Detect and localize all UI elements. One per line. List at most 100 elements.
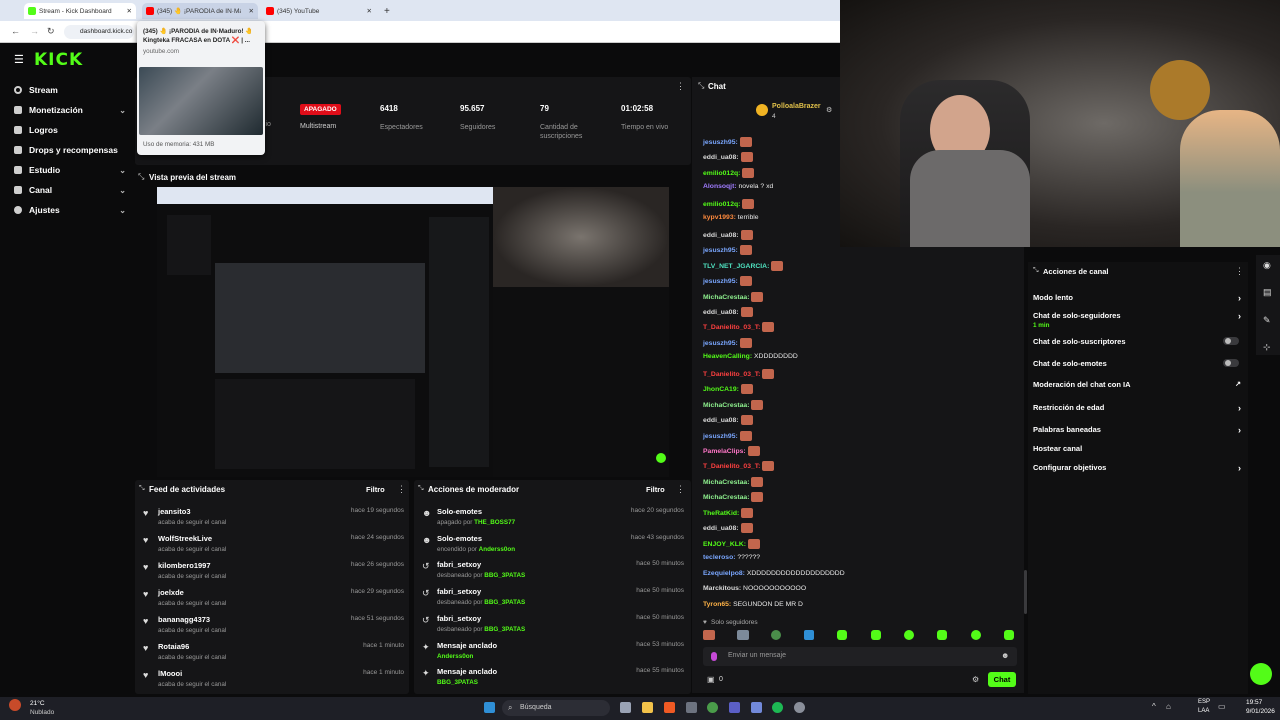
language-indicator[interactable]: ESP xyxy=(1198,699,1210,705)
mod-action-user[interactable]: BBG_3PATAS xyxy=(484,599,525,606)
more-options-icon[interactable]: ⋮ xyxy=(676,81,685,92)
chat-username[interactable]: eddi_ua08: xyxy=(703,525,739,532)
chat-message[interactable]: ENJOY_KLK: xyxy=(703,538,761,549)
channel-action-item[interactable]: Chat de solo-suscriptores xyxy=(1033,337,1245,346)
chat-username[interactable]: ENJOY_KLK: xyxy=(703,540,746,547)
more-options-icon[interactable]: ⋮ xyxy=(1235,266,1244,277)
emote-icon[interactable] xyxy=(804,630,814,640)
mod-action-item[interactable]: ✦ Mensaje anclado BBG_3PATAS hace 55 minut… xyxy=(422,667,684,691)
chat-message[interactable]: JhonCA19: xyxy=(703,384,753,395)
chat-username[interactable]: TheRatKid: xyxy=(703,510,739,517)
mod-action-name[interactable]: fabri_setxoy xyxy=(437,614,525,623)
chat-username[interactable]: jesuszh95: xyxy=(703,432,738,439)
chat-username[interactable]: eddi_ua08: xyxy=(703,231,739,238)
taskbar-search[interactable]: ⌕ Búsqueda xyxy=(502,700,610,716)
chat-message[interactable]: eddi_ua08: xyxy=(703,229,753,240)
mod-action-name[interactable]: Mensaje anclado xyxy=(437,667,497,676)
channel-action-item[interactable]: Modo lento › xyxy=(1033,293,1245,303)
chat-username[interactable]: T_Danielito_03_T: xyxy=(703,371,760,378)
brave-icon[interactable] xyxy=(664,702,675,713)
chat-username[interactable]: T_Danielito_03_T: xyxy=(703,463,760,470)
chat-scrollbar[interactable] xyxy=(1024,570,1027,614)
mod-action-name[interactable]: Solo-emotes xyxy=(437,534,515,543)
menu-icon[interactable]: ☰ xyxy=(14,53,24,66)
channel-action-item[interactable]: Chat de solo-emotes xyxy=(1033,359,1245,368)
chat-username[interactable]: HeavenCalling: xyxy=(703,353,752,360)
chat-message[interactable]: eddi_ua08: xyxy=(703,523,753,534)
chat-message[interactable]: MichaCrestaa: xyxy=(703,291,764,302)
sidebar-item-canal[interactable]: Canal ⌄ xyxy=(14,185,126,195)
activity-user[interactable]: kilombero1997 xyxy=(158,561,226,570)
viewer-list-icon[interactable]: ▣ xyxy=(707,675,715,684)
back-icon[interactable]: ← xyxy=(11,26,20,36)
chat-message[interactable]: eddi_ua08: xyxy=(703,152,753,163)
file-explorer-icon[interactable] xyxy=(642,702,653,713)
emote-icon[interactable] xyxy=(837,630,847,640)
sidebar-item-logros[interactable]: Logros xyxy=(14,125,126,135)
chat-message[interactable]: jesuszh95: xyxy=(703,276,752,287)
chat-username[interactable]: Marckitous: xyxy=(703,585,741,592)
chat-username[interactable]: jesuszh95: xyxy=(703,139,738,146)
mod-action-name[interactable]: Solo-emotes xyxy=(437,507,515,516)
collapse-icon[interactable]: ⤡ xyxy=(139,485,145,493)
chat-message[interactable]: tecleroso: ?????? xyxy=(703,554,760,561)
collapse-icon[interactable]: ⤡ xyxy=(698,81,704,91)
app-icon[interactable] xyxy=(686,702,697,713)
chat-username[interactable]: T_Danielito_03_T: xyxy=(703,324,760,331)
chat-username[interactable]: kypv1993: xyxy=(703,214,736,221)
chat-message[interactable]: Marckitous: NOOOOOOOOOOO xyxy=(703,585,806,592)
sidebar-item-drops[interactable]: Drops y recompensas xyxy=(14,145,126,155)
mod-action-item[interactable]: ↺ fabri_setxoy desbaneado por BBG_3PATAS ha… xyxy=(422,587,684,611)
activity-user[interactable]: lMoooi xyxy=(158,669,226,678)
filter-button[interactable]: Filtro xyxy=(646,485,665,494)
mod-action-name[interactable]: fabri_setxoy xyxy=(437,587,525,596)
mod-action-item[interactable]: ☻ Solo-emotes apagado por THE_BOSS77 hace 2… xyxy=(422,507,684,531)
chat-message[interactable]: jesuszh95: xyxy=(703,430,752,441)
sidebar-item-monetizacion[interactable]: Monetización ⌄ xyxy=(14,105,126,115)
chat-message[interactable]: jesuszh95: xyxy=(703,245,752,256)
send-chat-button[interactable]: Chat xyxy=(988,672,1016,687)
toggle-switch[interactable] xyxy=(1223,359,1239,367)
mod-action-user[interactable]: BBG_3PATAS xyxy=(437,679,478,686)
browser-tab-parodia[interactable]: (345) 🤚 ¡PARODIA de IN·Mad ✕ xyxy=(142,3,258,19)
mod-action-user[interactable]: THE_BOSS77 xyxy=(474,519,515,526)
wrench-icon[interactable]: ✎ xyxy=(1263,315,1271,326)
chat-username[interactable]: MichaCrestaa: xyxy=(703,401,749,408)
chat-username[interactable]: PamelaClips: xyxy=(703,448,746,455)
chat-message[interactable]: eddi_ua08: xyxy=(703,415,753,426)
activity-user[interactable]: Rotaia96 xyxy=(158,642,226,651)
emote-icon[interactable] xyxy=(871,630,881,640)
chat-message[interactable]: MichaCrestaa: xyxy=(703,476,764,487)
chat-username[interactable]: Ezequielpo8: xyxy=(703,570,745,577)
channel-action-item[interactable]: Restricción de edad › xyxy=(1033,403,1245,413)
close-icon[interactable]: ✕ xyxy=(367,7,372,15)
emote-icon[interactable] xyxy=(1004,630,1014,640)
chat-message[interactable]: kypv1993: terrible xyxy=(703,214,759,221)
chat-username[interactable]: jesuszh95: xyxy=(703,340,738,347)
chat-username[interactable]: JhonCA19: xyxy=(703,386,739,393)
activity-item[interactable]: ♥ kilombero1997 acaba de seguir el canal ha… xyxy=(143,561,404,585)
chat-message[interactable]: T_Danielito_03_T: xyxy=(703,461,775,472)
activity-user[interactable]: jeansito3 xyxy=(158,507,226,516)
chat-username[interactable]: MichaCrestaa: xyxy=(703,293,749,300)
chat-message[interactable]: PamelaClips: xyxy=(703,446,760,456)
chat-input[interactable]: Enviar un mensaje ☻ xyxy=(703,647,1017,666)
chat-username[interactable]: emilio012q: xyxy=(703,201,740,208)
chat-message[interactable]: Alonsoqjt: novela ? xd xyxy=(703,183,773,190)
chat-message[interactable]: Ezequielpo8: XDDDDDDDDDDDDDDDDDDD xyxy=(703,570,845,577)
channel-action-item[interactable]: Chat de solo-seguidores 1 min › xyxy=(1033,311,1245,329)
chat-message[interactable]: emilio012q: xyxy=(703,167,755,178)
chat-username[interactable]: emilio012q: xyxy=(703,170,740,177)
kick-logo[interactable]: KICK xyxy=(34,50,83,70)
chat-message[interactable]: MichaCrestaa: xyxy=(703,492,764,503)
chat-message[interactable]: T_Danielito_03_T: xyxy=(703,368,775,379)
sidebar-item-estudio[interactable]: Estudio ⌄ xyxy=(14,165,126,175)
mod-action-name[interactable]: fabri_setxoy xyxy=(437,560,525,569)
chat-username[interactable]: Tyron65: xyxy=(703,601,731,608)
activity-item[interactable]: ♥ WolfStreekLive acaba de seguir el canal h… xyxy=(143,534,404,558)
network-icon[interactable]: ⌂ xyxy=(1166,702,1171,711)
more-options-icon[interactable]: ⋮ xyxy=(676,484,685,495)
emote-icon[interactable] xyxy=(937,630,947,640)
chat-username[interactable]: eddi_ua08: xyxy=(703,154,739,161)
mod-action-user[interactable]: Anderss0on xyxy=(479,546,515,553)
